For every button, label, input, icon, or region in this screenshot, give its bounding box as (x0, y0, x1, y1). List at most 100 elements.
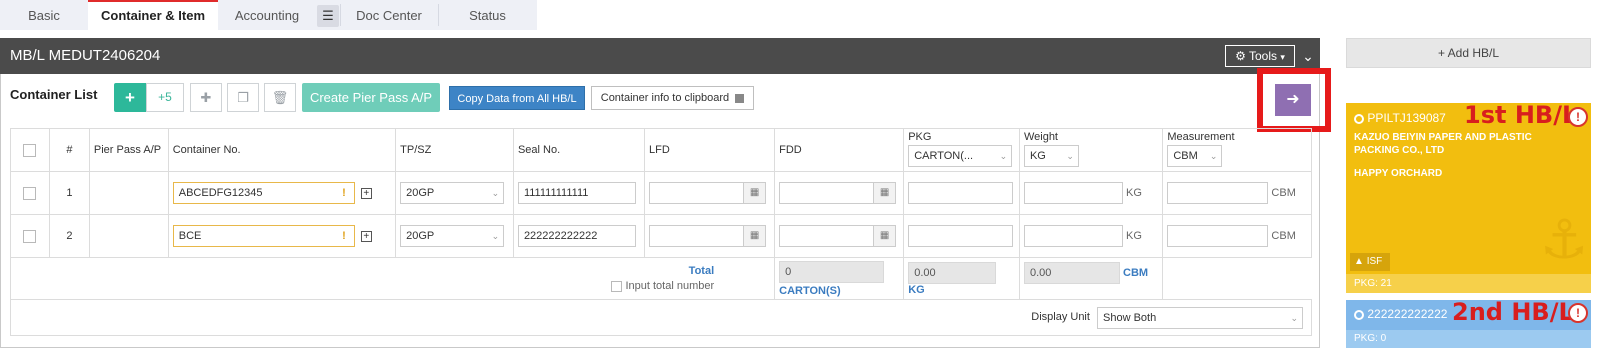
fdd-cell: ▦ (774, 171, 905, 215)
hbl-number: 222222222222 (1367, 307, 1448, 321)
calendar-icon[interactable]: ▦ (873, 183, 896, 203)
warning-icon: ! (342, 230, 346, 242)
chevron-down-icon: ⌄ (1066, 151, 1074, 161)
tab-accounting[interactable]: Accounting (218, 0, 316, 30)
pkg-unit-value: CARTON(... (914, 150, 974, 162)
tpsz-cell: 20GP ⌄ (395, 214, 514, 258)
create-pier-pass-button[interactable]: Create Pier Pass A/P (302, 83, 440, 112)
col-pier-pass: Pier Pass A/P (88, 128, 169, 172)
tab-container-item[interactable]: Container & Item (88, 0, 218, 30)
alert-icon[interactable]: ! (1568, 303, 1588, 323)
container-no-cell: BCE! + (167, 214, 397, 258)
tpsz-value: 20GP (406, 187, 435, 199)
tools-button[interactable]: ⚙ Tools ▾ (1225, 45, 1295, 67)
lfd-input[interactable]: ▦ (649, 182, 767, 204)
tools-label: Tools (1249, 49, 1278, 63)
radio-icon[interactable] (1354, 309, 1364, 320)
container-no-input[interactable]: BCE! (172, 225, 355, 247)
lfd-cell: ▦ (644, 214, 776, 258)
col-measurement: Measurement CBM ⌄ (1162, 128, 1312, 172)
input-total-row: Input total number (15, 280, 714, 292)
measurement-input[interactable] (1167, 182, 1269, 204)
display-unit-select[interactable]: Show Both ⌄ (1097, 306, 1303, 329)
tab-basic[interactable]: Basic (0, 0, 88, 30)
hbl-pkg: PKG: 0 (1346, 330, 1591, 348)
copy-data-all-hbl-button[interactable]: Copy Data from All HB/L (449, 86, 585, 110)
seal-no-cell: 222222222222 (512, 214, 646, 258)
caret-down-icon: ▾ (1280, 52, 1285, 62)
add-five-containers-button[interactable]: +5 (146, 83, 184, 112)
calendar-icon[interactable]: ▦ (743, 183, 766, 203)
col-fdd: FDD (774, 128, 905, 172)
container-no-input[interactable]: ABCEDFG12345! (172, 182, 355, 204)
add-multiple-button[interactable]: ✚ (190, 83, 222, 112)
alert-icon[interactable]: ! (1568, 107, 1588, 127)
expand-icon[interactable]: + (360, 187, 372, 199)
chevron-down-icon: ⌄ (491, 188, 500, 198)
seal-no-input[interactable]: 222222222222 (517, 225, 636, 247)
container-info-clipboard-button[interactable]: Container info to clipboard (591, 86, 754, 110)
add-container-button[interactable]: + (114, 83, 146, 112)
isf-badge: ▲ ISF (1350, 253, 1390, 271)
measurement-input[interactable] (1167, 225, 1269, 247)
chevron-down-icon: ⌄ (999, 151, 1008, 161)
isf-label: ISF (1366, 256, 1383, 267)
col-weight: Weight KG ⌄ (1018, 128, 1164, 172)
hbl-shipper: KAZUO BEIYIN PAPER AND PLASTIC PACKING C… (1354, 132, 1532, 156)
table-header: # Pier Pass A/P Container No. TP/SZ Seal… (10, 128, 1312, 172)
pier-pass-cell (88, 214, 169, 258)
input-total-label: Input total number (625, 280, 715, 292)
tpsz-select[interactable]: 20GP ⌄ (400, 182, 505, 204)
pkg-input[interactable] (908, 182, 1014, 204)
pkg-input[interactable] (908, 225, 1014, 247)
total-label: Total (688, 265, 715, 277)
weight-cell: KG (1018, 171, 1164, 215)
row-select-cell (10, 214, 50, 258)
lfd-input[interactable]: ▦ (649, 225, 767, 247)
row-checkbox[interactable] (23, 229, 37, 243)
calendar-icon[interactable]: ▦ (873, 226, 896, 246)
radio-icon[interactable] (1354, 113, 1364, 124)
input-total-checkbox[interactable] (611, 280, 623, 292)
pkg-unit-select[interactable]: CARTON(... ⌄ (908, 145, 1013, 167)
page-title: MB/L MEDUT2406204 (10, 47, 161, 64)
warning-icon: ▲ (1354, 256, 1364, 267)
weight-input[interactable] (1023, 225, 1123, 247)
copy-button[interactable]: ❐ (227, 83, 259, 112)
measurement-unit-select[interactable]: CBM ⌄ (1167, 145, 1223, 167)
select-all-checkbox[interactable] (23, 143, 37, 157)
fdd-input[interactable]: ▦ (779, 225, 897, 247)
sliders-icon[interactable]: ☰ (317, 5, 339, 27)
weight-input[interactable] (1023, 182, 1123, 204)
col-seal-no: Seal No. (512, 128, 646, 172)
row-checkbox[interactable] (23, 186, 37, 200)
gear-icon: ⚙ (1235, 49, 1246, 63)
expand-icon[interactable]: + (360, 230, 372, 242)
weight-unit-select[interactable]: KG ⌄ (1023, 145, 1079, 167)
seal-no-input[interactable]: 111111111111 (517, 182, 636, 204)
table-row: 2 BCE! + 20GP ⌄ 222222222222 ▦ ▦ KG CBM (10, 214, 1312, 258)
select-all-cell (10, 128, 50, 172)
chevron-down-icon: ⌄ (1209, 151, 1218, 161)
row-select-cell (10, 171, 50, 215)
chevron-down-icon[interactable]: ⌄ (1298, 45, 1318, 67)
hbl-card-header: PPILTJ139087 (1354, 111, 1446, 125)
container-list-label: Container List (10, 87, 98, 102)
transfer-icon[interactable]: ➜ (1275, 84, 1311, 116)
annotation-1st-hbl: 1st HB/L (1464, 101, 1578, 129)
delete-button[interactable]: 🗑 (264, 83, 296, 112)
container-no-value: ABCEDFG12345 (178, 187, 263, 199)
calendar-icon[interactable]: ▦ (743, 226, 766, 246)
total-row: Total Input total number 0 CARTON(S) 0.0… (9, 257, 1312, 300)
fdd-input[interactable]: ▦ (779, 182, 897, 204)
tpsz-cell: 20GP ⌄ (395, 171, 514, 215)
tab-status[interactable]: Status (438, 0, 537, 30)
tab-doc-center[interactable]: Doc Center (340, 0, 438, 30)
hbl-card-header: 222222222222 (1354, 307, 1447, 321)
total-measurement: 0.00 (1023, 262, 1120, 284)
weight-unit-text: KG (1126, 229, 1142, 242)
total-pkg: 0 (779, 260, 885, 283)
tpsz-select[interactable]: 20GP ⌄ (400, 225, 505, 247)
add-hbl-button[interactable]: + Add HB/L (1346, 38, 1591, 68)
container-no-value: BCE (178, 230, 202, 242)
